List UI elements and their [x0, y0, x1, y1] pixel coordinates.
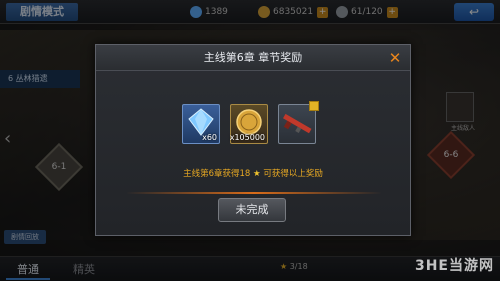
chapter-reward-dialog: 主线第6章 章节奖励 ✕ x60 x105000 主线第6章获得18 ★ 可获得… [95, 44, 411, 236]
new-badge-icon [309, 101, 319, 111]
reward-condition-suffix: 可获得以上奖励 [263, 169, 323, 179]
dialog-title: 主线第6章 章节奖励 [203, 51, 303, 64]
incomplete-button[interactable]: 未完成 [218, 198, 286, 222]
reward-condition-prefix: 主线第6章获得18 [183, 169, 251, 179]
reward-weapon[interactable] [278, 101, 319, 144]
divider-glow [126, 192, 382, 194]
watermark: 3HE当游网 [414, 258, 494, 274]
reward-diamond[interactable]: x60 [182, 104, 220, 144]
close-button[interactable]: ✕ [388, 50, 402, 66]
reward-coin[interactable]: x105000 [230, 104, 268, 144]
star-icon: ★ [253, 169, 261, 179]
reward-condition: 主线第6章获得18 ★ 可获得以上奖励 [96, 167, 410, 179]
reward-diamond-qty: x60 [202, 133, 217, 142]
reward-coin-qty: x105000 [229, 133, 265, 142]
close-icon: ✕ [388, 49, 402, 67]
reward-list: x60 x105000 [182, 101, 319, 146]
